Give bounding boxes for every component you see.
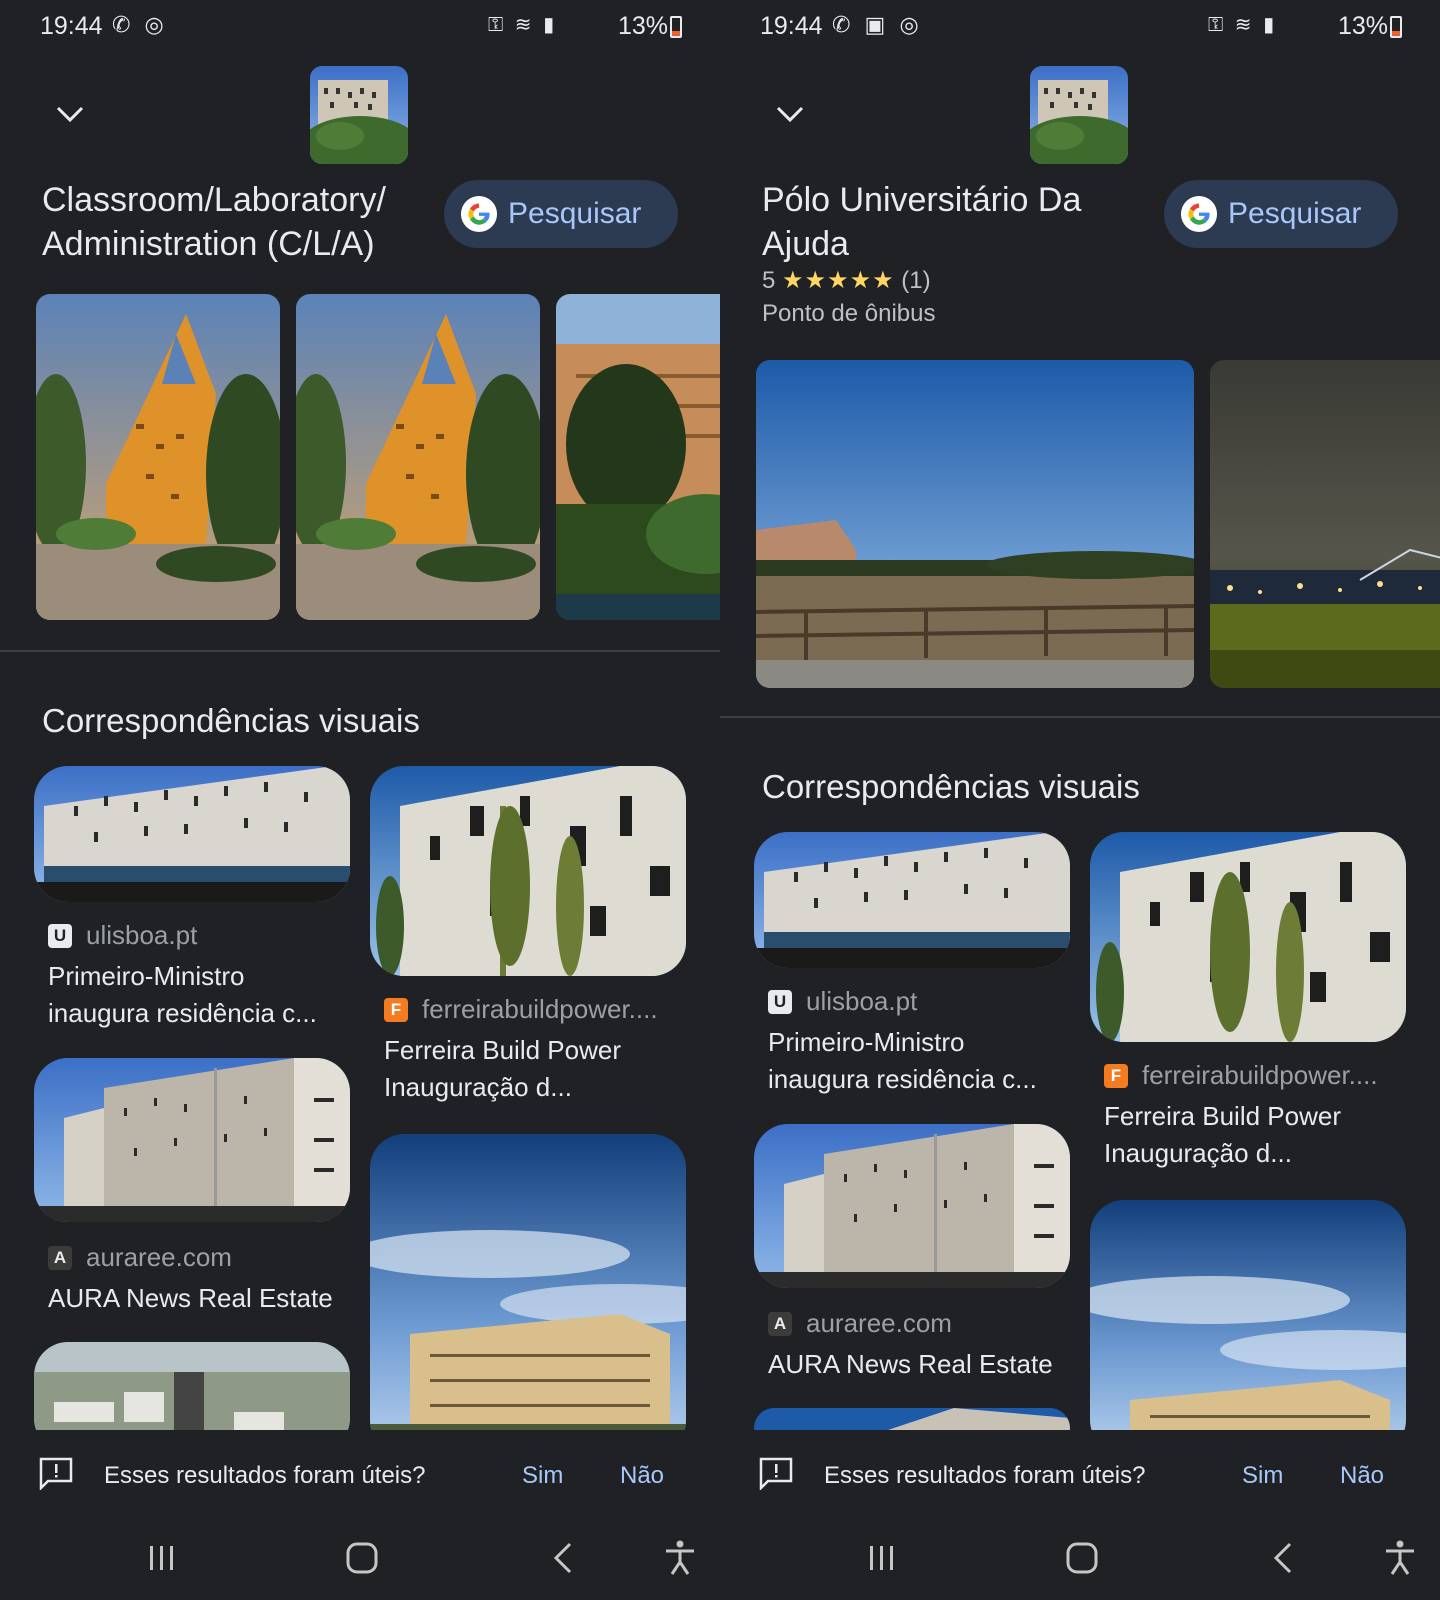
search-button-label: Pesquisar xyxy=(508,197,642,230)
match-image[interactable] xyxy=(754,1124,1070,1288)
match-title[interactable]: Primeiro-Ministro inaugura residência c.… xyxy=(48,958,348,1032)
source-domain: ferreirabuildpower.... xyxy=(1142,1060,1378,1090)
status-bar: 19:44 ✆ ◎ ⚿ ≋ ▮ 13% xyxy=(0,0,720,52)
home-icon[interactable] xyxy=(1062,1538,1102,1578)
system-nav-bar xyxy=(0,1520,720,1600)
accessibility-icon[interactable] xyxy=(660,1538,700,1578)
auraree-favicon: A xyxy=(48,1245,72,1270)
section-divider xyxy=(720,716,1440,718)
right-screen: 19:44 ✆ ▣ ◎ ⚿ ≋ ▮ 13% Pólo Universitário… xyxy=(720,0,1440,1600)
match-source[interactable]: U ulisboa.pt xyxy=(48,920,197,951)
search-button-label: Pesquisar xyxy=(1228,197,1362,230)
status-time: 19:44 xyxy=(40,12,103,40)
match-title[interactable]: AURA News Real Estate xyxy=(48,1280,348,1317)
match-image[interactable] xyxy=(1090,1200,1406,1454)
query-thumbnail[interactable] xyxy=(310,66,408,164)
match-source[interactable]: F ferreirabuildpower.... xyxy=(1104,1060,1378,1091)
battery-percent: 13% xyxy=(617,12,668,40)
feedback-yes-button[interactable]: Sim xyxy=(522,1462,563,1490)
match-image[interactable] xyxy=(1090,832,1406,1042)
ulisboa-favicon: U xyxy=(48,923,72,948)
match-image[interactable] xyxy=(34,1058,350,1222)
source-domain: ulisboa.pt xyxy=(86,920,198,950)
home-icon[interactable] xyxy=(342,1538,382,1578)
feedback-icon xyxy=(39,1457,73,1490)
match-image[interactable] xyxy=(370,1134,686,1454)
match-image[interactable] xyxy=(34,766,350,902)
result-title: Pólo Universitário Da Ajuda xyxy=(762,181,1082,263)
chevron-down-icon[interactable] xyxy=(52,96,88,132)
match-title[interactable]: Ferreira Build Power Inauguração d... xyxy=(1104,1098,1404,1172)
match-title[interactable]: Primeiro-Ministro inaugura residência c.… xyxy=(768,1024,1068,1098)
feedback-no-button[interactable]: Não xyxy=(1340,1462,1384,1490)
left-screen: 19:44 ✆ ◎ ⚿ ≋ ▮ 13% Classroom/Laboratory… xyxy=(0,0,720,1600)
google-g-icon xyxy=(460,195,498,233)
google-search-button[interactable]: Pesquisar xyxy=(444,180,678,248)
notification-icons: ✆ ◎ xyxy=(112,12,168,37)
place-photo[interactable] xyxy=(556,294,720,620)
place-photo[interactable] xyxy=(1210,360,1440,688)
source-domain: auraree.com xyxy=(86,1242,232,1272)
source-domain: ferreirabuildpower.... xyxy=(422,994,658,1024)
back-icon[interactable] xyxy=(1264,1538,1304,1578)
match-image[interactable] xyxy=(370,766,686,976)
google-search-button[interactable]: Pesquisar xyxy=(1164,180,1398,248)
feedback-icon xyxy=(759,1457,793,1490)
match-title[interactable]: Ferreira Build Power Inauguração d... xyxy=(384,1032,684,1106)
ulisboa-favicon: U xyxy=(768,989,792,1014)
battery-icon xyxy=(1390,16,1402,38)
visual-matches-heading: Correspondências visuais xyxy=(42,702,420,739)
match-source[interactable]: A auraree.com xyxy=(48,1242,232,1273)
match-source[interactable]: F ferreirabuildpower.... xyxy=(384,994,658,1025)
ferreira-favicon: F xyxy=(1104,1063,1128,1088)
feedback-no-button[interactable]: Não xyxy=(620,1462,664,1490)
battery-icon xyxy=(670,16,682,38)
ferreira-favicon: F xyxy=(384,997,408,1022)
feedback-bar: Esses resultados foram úteis? Sim Não xyxy=(720,1430,1440,1520)
notification-icons: ✆ ▣ ◎ xyxy=(832,12,923,37)
match-image[interactable] xyxy=(754,832,1070,968)
auraree-favicon: A xyxy=(768,1311,792,1336)
place-photo[interactable] xyxy=(756,360,1194,688)
match-source[interactable]: A auraree.com xyxy=(768,1308,952,1339)
query-thumbnail[interactable] xyxy=(1030,66,1128,164)
connectivity-icons: ⚿ ≋ ▮ xyxy=(488,14,558,36)
feedback-question: Esses resultados foram úteis? xyxy=(104,1462,426,1489)
rating-count: (1) xyxy=(901,267,931,294)
match-title[interactable]: AURA News Real Estate xyxy=(768,1346,1068,1383)
system-nav-bar xyxy=(720,1520,1440,1600)
recents-icon[interactable] xyxy=(142,1538,182,1578)
place-photo[interactable] xyxy=(296,294,540,620)
source-domain: auraree.com xyxy=(806,1308,952,1338)
battery-percent: 13% xyxy=(1337,12,1388,40)
result-title: Classroom/Laboratory/ Administration (C/… xyxy=(42,181,386,263)
place-photo[interactable] xyxy=(36,294,280,620)
feedback-question: Esses resultados foram úteis? xyxy=(824,1462,1146,1489)
section-divider xyxy=(0,650,720,652)
visual-matches-heading: Correspondências visuais xyxy=(762,768,1140,805)
rating-value: 5 xyxy=(762,267,776,294)
place-type: Ponto de ônibus xyxy=(762,300,936,327)
source-domain: ulisboa.pt xyxy=(806,986,918,1016)
feedback-bar: Esses resultados foram úteis? Sim Não xyxy=(0,1430,720,1520)
accessibility-icon[interactable] xyxy=(1380,1538,1420,1578)
status-time: 19:44 xyxy=(760,12,823,40)
status-bar: 19:44 ✆ ▣ ◎ ⚿ ≋ ▮ 13% xyxy=(720,0,1440,52)
feedback-yes-button[interactable]: Sim xyxy=(1242,1462,1283,1490)
rating: 5 ★★★★★ (1) xyxy=(762,266,931,295)
google-g-icon xyxy=(1180,195,1218,233)
back-icon[interactable] xyxy=(544,1538,584,1578)
recents-icon[interactable] xyxy=(862,1538,902,1578)
star-rating-icon: ★★★★★ xyxy=(782,267,895,294)
match-source[interactable]: U ulisboa.pt xyxy=(768,986,917,1017)
connectivity-icons: ⚿ ≋ ▮ xyxy=(1208,14,1278,36)
chevron-down-icon[interactable] xyxy=(772,96,808,132)
